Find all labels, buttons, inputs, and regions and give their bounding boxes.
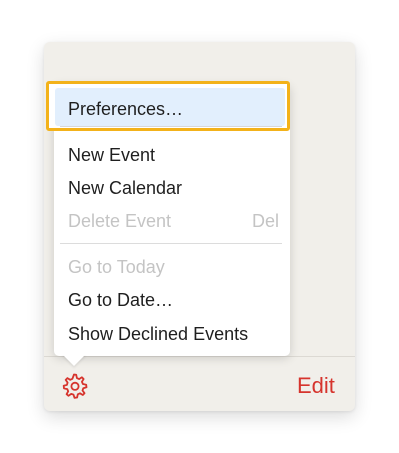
menu-item-new-event[interactable]: New Event [68,145,155,166]
menu-item-new-calendar[interactable]: New Calendar [68,178,182,199]
menu-item-go-to-today: Go to Today [68,257,165,277]
edit-button[interactable]: Edit [297,373,335,399]
menu-pointer [62,354,86,366]
gear-icon[interactable] [59,371,89,401]
footer-divider [44,356,355,357]
menu-divider [60,243,282,244]
menu-item-delete-event: Delete Event [68,211,172,231]
menu-item-go-to-date[interactable]: Go to Date… [68,290,173,311]
delete-shortcut: Del [252,211,280,231]
menu-item-preferences-label[interactable]: Preferences… [68,99,183,120]
menu-item-underline [60,126,282,127]
menu-item-show-declined-events[interactable]: Show Declined Events [68,324,248,345]
stage: Edit Preferences… New Event New Calendar… [0,0,399,453]
